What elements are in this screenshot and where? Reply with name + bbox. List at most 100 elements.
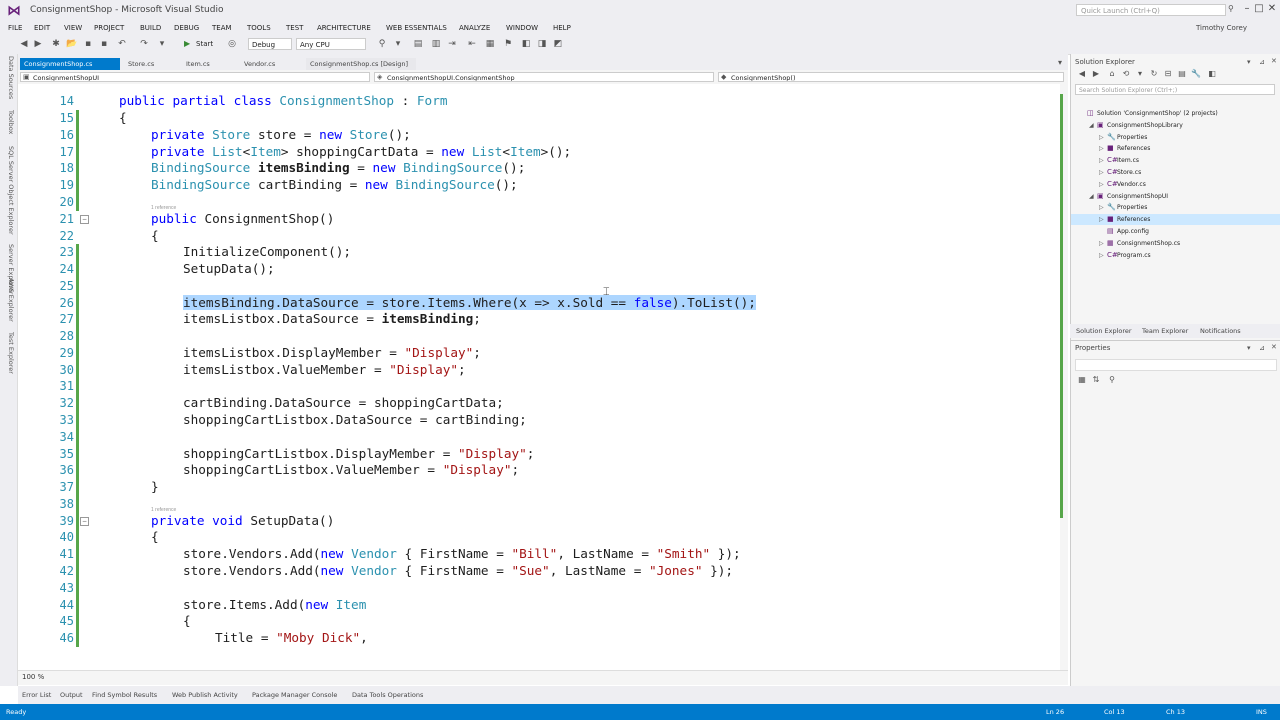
- code-line[interactable]: private void SetupData(): [151, 513, 334, 528]
- tab-store-cs[interactable]: Store.cs: [124, 58, 178, 70]
- expanded-arrow-icon[interactable]: ◢: [1089, 120, 1097, 131]
- collapsed-arrow-icon[interactable]: ▷: [1099, 238, 1107, 249]
- solution-tree-item[interactable]: ▷ 🔧Properties: [1071, 132, 1280, 143]
- menu-project[interactable]: PROJECT: [94, 22, 124, 34]
- redo-dropdown-icon[interactable]: ▾: [156, 38, 168, 50]
- menu-window[interactable]: WINDOW: [506, 22, 538, 34]
- bookmark-next-icon[interactable]: ◨: [536, 38, 548, 50]
- refresh-icon[interactable]: ↻: [1149, 69, 1159, 79]
- code-line[interactable]: {: [151, 529, 159, 544]
- find-icon[interactable]: ⚲: [376, 38, 388, 50]
- save-icon[interactable]: ▪: [82, 38, 94, 50]
- open-file-icon[interactable]: 📂: [66, 38, 78, 50]
- code-line[interactable]: {: [119, 110, 127, 125]
- tab-find-symbol-results[interactable]: Find Symbol Results: [92, 690, 157, 700]
- menu-analyze[interactable]: ANALYZE: [459, 22, 490, 34]
- collapsed-arrow-icon[interactable]: ▷: [1099, 143, 1107, 154]
- preview-icon[interactable]: ◧: [1207, 69, 1217, 79]
- code-line[interactable]: itemsBinding.DataSource = store.Items.Wh…: [183, 294, 756, 310]
- editor-horizontal-scrollbar[interactable]: 100 %: [18, 670, 1068, 685]
- alphabetical-icon[interactable]: ⇅: [1091, 375, 1101, 385]
- code-line[interactable]: store.Vendors.Add(new Vendor { FirstName…: [183, 563, 733, 578]
- code-line[interactable]: BindingSource itemsBinding = new Binding…: [151, 160, 525, 175]
- tab-data-tools-operations[interactable]: Data Tools Operations: [352, 690, 423, 700]
- collapsed-arrow-icon[interactable]: ▷: [1099, 155, 1107, 166]
- code-line[interactable]: InitializeComponent();: [183, 244, 351, 259]
- outdent-icon[interactable]: ⇤: [466, 38, 478, 50]
- object-selector-dropdown[interactable]: [1075, 359, 1277, 371]
- maximize-icon[interactable]: □: [1252, 2, 1266, 16]
- solution-tree-item[interactable]: ▷ ■ References: [1071, 143, 1280, 154]
- solution-tree-item[interactable]: ◢ ▣ ConsignmentShopLibrary: [1071, 120, 1280, 131]
- tab-error-list[interactable]: Error List: [22, 690, 51, 700]
- collapse-icon[interactable]: −: [80, 214, 89, 224]
- code-line[interactable]: {: [151, 228, 159, 243]
- comment-icon[interactable]: ▤: [412, 38, 424, 50]
- user-account-name[interactable]: Timothy Corey: [1196, 22, 1247, 34]
- collapsed-arrow-icon[interactable]: ▷: [1099, 202, 1107, 213]
- tab-overflow-icon[interactable]: ▾: [1058, 58, 1062, 67]
- pin-icon[interactable]: ⊿: [1259, 58, 1265, 66]
- left-tab-aws-explorer[interactable]: AWS Explorer: [1, 278, 15, 322]
- pin-icon[interactable]: ⊿: [1259, 344, 1265, 352]
- tab-item-cs[interactable]: Item.cs: [182, 58, 236, 70]
- close-icon[interactable]: ✕: [1265, 2, 1279, 16]
- tab-web-publish-activity[interactable]: Web Publish Activity: [172, 690, 238, 700]
- code-line[interactable]: store.Items.Add(new Item: [183, 597, 366, 612]
- menu-edit[interactable]: EDIT: [34, 22, 50, 34]
- solution-tree-item[interactable]: ▷ C#Program.cs: [1071, 250, 1280, 261]
- quick-launch-input[interactable]: Quick Launch (Ctrl+Q): [1076, 4, 1226, 16]
- close-panel-icon[interactable]: ✕: [1271, 57, 1277, 65]
- sync-icon[interactable]: ⟲: [1121, 69, 1131, 79]
- code-line[interactable]: public partial class ConsignmentShop : F…: [119, 93, 447, 108]
- tab-notifications[interactable]: Notifications: [1200, 326, 1241, 336]
- code-line[interactable]: {: [183, 613, 191, 628]
- format-icon[interactable]: ▥: [430, 38, 442, 50]
- solution-tree-item[interactable]: ◫ Solution 'ConsignmentShop' (2 projects): [1071, 108, 1280, 119]
- forward-icon[interactable]: ▶: [32, 38, 44, 50]
- collapse-all-icon[interactable]: ⊟: [1163, 69, 1173, 79]
- undo-icon[interactable]: ↶: [116, 38, 128, 50]
- menu-test[interactable]: TEST: [286, 22, 303, 34]
- properties-icon[interactable]: 🔧: [1191, 69, 1201, 79]
- uncomment-icon[interactable]: ▦: [484, 38, 496, 50]
- code-line[interactable]: shoppingCartListbox.DisplayMember = "Dis…: [183, 446, 534, 461]
- left-tab-test-explorer[interactable]: Test Explorer: [1, 332, 15, 374]
- start-button[interactable]: Start: [196, 38, 213, 50]
- panel-dropdown-icon[interactable]: ▾: [1247, 344, 1251, 352]
- menu-help[interactable]: HELP: [553, 22, 571, 34]
- indent-icon[interactable]: ⇥: [446, 38, 458, 50]
- toolbar-dropdown-icon[interactable]: ▾: [392, 38, 404, 50]
- solution-tree-item[interactable]: ▷ C#Item.cs: [1071, 155, 1280, 166]
- bookmark-prev-icon[interactable]: ◧: [520, 38, 532, 50]
- home-icon[interactable]: ⌂: [1107, 69, 1117, 79]
- solution-tree-item[interactable]: ▤ App.config: [1071, 226, 1280, 237]
- collapsed-arrow-icon[interactable]: ▷: [1099, 167, 1107, 178]
- collapsed-arrow-icon[interactable]: ▷: [1099, 179, 1107, 190]
- forward-icon[interactable]: ▶: [1091, 69, 1101, 79]
- solution-tree-item[interactable]: ▷ 🔧Properties: [1071, 202, 1280, 213]
- code-line[interactable]: itemsListbox.DisplayMember = "Display";: [183, 345, 481, 360]
- solution-tree-item[interactable]: ◢ ▣ ConsignmentShopUI: [1071, 191, 1280, 202]
- solution-tree-item[interactable]: ▷ C#Vendor.cs: [1071, 179, 1280, 190]
- zoom-level[interactable]: 100 %: [22, 673, 44, 681]
- menu-architecture[interactable]: ARCHITECTURE: [317, 22, 371, 34]
- collapsed-arrow-icon[interactable]: ▷: [1099, 132, 1107, 143]
- collapsed-arrow-icon[interactable]: ▷: [1099, 214, 1107, 225]
- tab-solution-explorer[interactable]: Solution Explorer: [1076, 326, 1132, 336]
- code-line[interactable]: public ConsignmentShop(): [151, 211, 334, 226]
- code-line[interactable]: itemsListbox.DataSource = itemsBinding;: [183, 311, 481, 326]
- new-project-icon[interactable]: ✱: [50, 38, 62, 50]
- tab-output[interactable]: Output: [60, 690, 83, 700]
- start-play-icon[interactable]: ▶: [184, 38, 190, 50]
- tab-consignmentshop-cs-design[interactable]: ConsignmentShop.cs [Design]: [306, 58, 416, 70]
- tab-team-explorer[interactable]: Team Explorer: [1142, 326, 1188, 336]
- panel-dropdown-icon[interactable]: ▾: [1247, 58, 1251, 66]
- member-dropdown[interactable]: ConsignmentShop(): [718, 72, 1064, 82]
- save-all-icon[interactable]: ▪: [98, 38, 110, 50]
- collapse-icon[interactable]: −: [80, 516, 89, 526]
- code-line[interactable]: private List<Item> shoppingCartData = ne…: [151, 144, 571, 159]
- left-tab-toolbox[interactable]: Toolbox: [1, 110, 15, 134]
- bookmark-clear-icon[interactable]: ◩: [552, 38, 564, 50]
- code-line[interactable]: SetupData();: [183, 261, 275, 276]
